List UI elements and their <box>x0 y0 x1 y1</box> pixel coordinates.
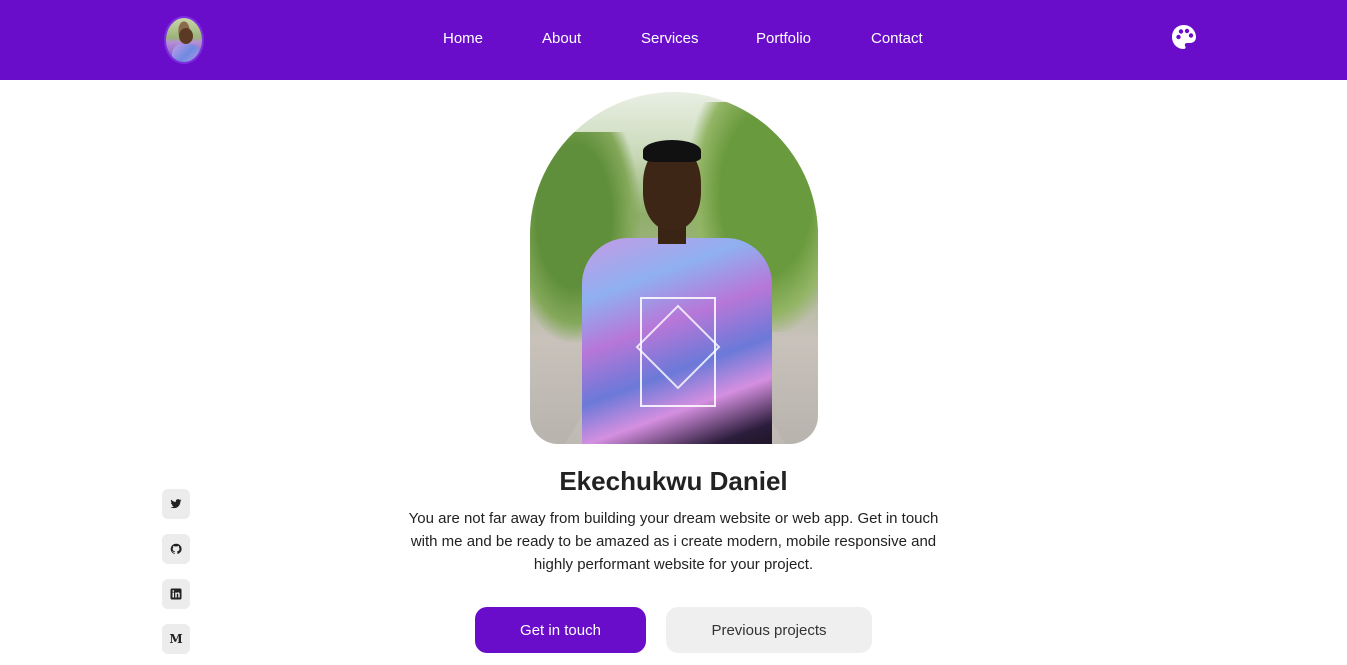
medium-link[interactable]: M <box>162 624 190 654</box>
nav-link-portfolio[interactable]: Portfolio <box>756 30 811 47</box>
nav-link-services[interactable]: Services <box>641 30 699 47</box>
nav-link-about[interactable]: About <box>542 30 581 47</box>
nav-link-home[interactable]: Home <box>443 30 483 47</box>
get-in-touch-button[interactable]: Get in touch <box>475 607 646 653</box>
nav-link-contact[interactable]: Contact <box>871 30 923 47</box>
twitter-icon <box>170 499 182 509</box>
twitter-link[interactable] <box>162 489 190 519</box>
palette-icon[interactable] <box>1170 23 1198 51</box>
photo-hair <box>643 140 701 162</box>
linkedin-icon <box>170 588 182 600</box>
github-icon <box>170 543 182 555</box>
hero-photo <box>530 92 818 444</box>
medium-icon: M <box>169 632 183 646</box>
linkedin-link[interactable] <box>162 579 190 609</box>
hero-description: You are not far away from building your … <box>408 510 939 573</box>
nav-links: Home About Services Portfolio Contact <box>0 0 1347 80</box>
social-links: M <box>162 489 190 665</box>
previous-projects-button[interactable]: Previous projects <box>666 607 872 653</box>
navbar: Home About Services Portfolio Contact <box>0 0 1347 80</box>
hero-name: Ekechukwu Daniel <box>559 466 788 496</box>
github-link[interactable] <box>162 534 190 564</box>
